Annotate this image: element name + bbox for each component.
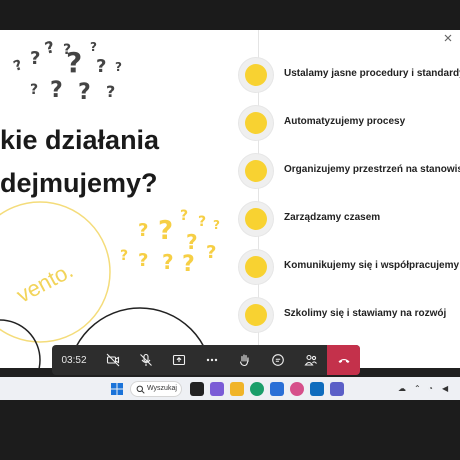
share-screen-icon [172,354,185,366]
list-item-label: Automatyzujemy procesy [284,116,406,127]
list-item-label: Komunikujemy się i współpracujemy [284,260,460,271]
list-item-label: Szkolimy się i stawiamy na rozwój [284,308,447,319]
list-item: Organizujemy przestrzeń na stanowisk [239,154,460,188]
windows-taskbar: Wyszukaj ☁ ⌃ ◔ ◀ [0,377,460,401]
hang-up-icon [338,359,349,363]
more-options-button[interactable] [195,345,228,375]
list-item: Szkolimy się i stawiamy na rozwój [239,298,460,332]
task-view-icon[interactable] [190,382,204,396]
wifi-icon[interactable]: ◔ [428,384,433,393]
camera-toggle-button[interactable] [96,345,129,375]
cloud-icon[interactable]: ☁ [398,384,406,393]
outlook-icon[interactable] [310,382,324,396]
list-item: Automatyzujemy procesy [239,106,460,140]
bottom-dark-area [0,400,460,460]
presentation-slide: ? ? ? ? ? ? ? ? ? ? ? ? kie działania de… [0,30,460,368]
call-control-bar: 03:52 [52,345,360,375]
chevron-up-icon[interactable]: ⌃ [414,384,421,393]
hang-up-button[interactable] [327,345,360,375]
volume-icon[interactable]: ◀ [442,384,448,393]
bullet-dot [239,202,273,236]
copilot-icon[interactable] [290,382,304,396]
list-item-label: Zarządzamy czasem [284,212,381,223]
close-icon[interactable] [444,34,452,42]
store-icon[interactable] [270,382,284,396]
mic-off-icon [139,353,152,366]
more-icon [206,358,217,362]
file-explorer-icon[interactable] [230,382,244,396]
taskbar-search-placeholder: Wyszukaj [147,385,177,392]
chat-button[interactable] [261,345,294,375]
raise-hand-icon [239,354,249,367]
teams-icon[interactable] [210,382,224,396]
raise-hand-button[interactable] [228,345,261,375]
list-item: Komunikujemy się i współpracujemy [239,250,460,284]
bullet-dot [239,154,273,188]
start-icon[interactable] [110,382,124,396]
taskbar-search[interactable]: Wyszukaj [130,381,182,397]
window-top-strip [0,0,460,30]
call-timer-text: 03:52 [61,354,87,366]
people-button[interactable] [294,345,327,375]
list-item-label: Ustalamy jasne procedury i standardy [284,68,460,79]
people-icon [303,354,317,366]
search-icon [136,385,145,394]
bullet-dot [239,58,273,92]
bullet-dot [239,298,273,332]
list-item: Ustalamy jasne procedury i standardy [239,58,460,92]
list-item-label: Organizujemy przestrzeń na stanowisk [284,164,460,175]
decorative-circles [0,201,212,368]
bullet-dot [239,250,273,284]
call-timer: 03:52 [52,345,96,375]
teams-work-icon[interactable] [330,382,344,396]
edge-icon[interactable] [250,382,264,396]
chat-icon [271,354,284,366]
camera-off-icon [106,353,119,367]
mic-toggle-button[interactable] [129,345,162,375]
share-screen-button[interactable] [162,345,195,375]
list-item: Zarządzamy czasem [239,202,460,236]
bullet-dot [239,106,273,140]
